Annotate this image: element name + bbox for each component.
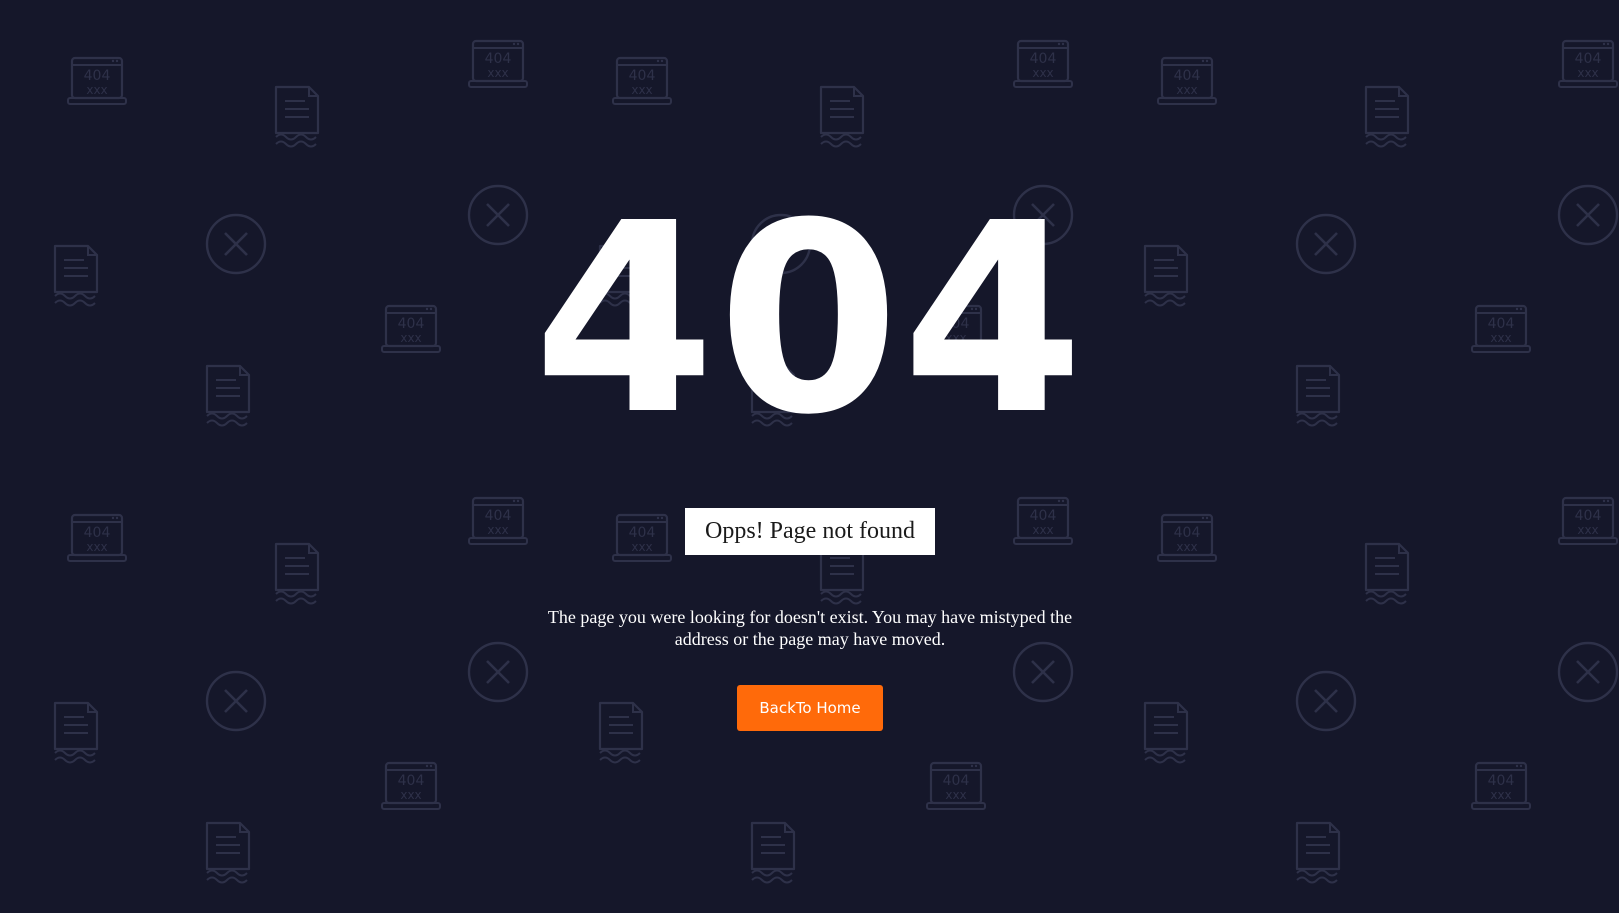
error-page: 404 xxx [0,0,1619,913]
error-title-badge: Opps! Page not found [685,508,935,555]
error-content: 404 Opps! Page not found The page you we… [0,0,1619,913]
error-description: The page you were looking for doesn't ex… [547,607,1073,649]
error-code-heading: 404 [533,167,1086,472]
back-to-home-button[interactable]: BackTo Home [737,685,883,731]
